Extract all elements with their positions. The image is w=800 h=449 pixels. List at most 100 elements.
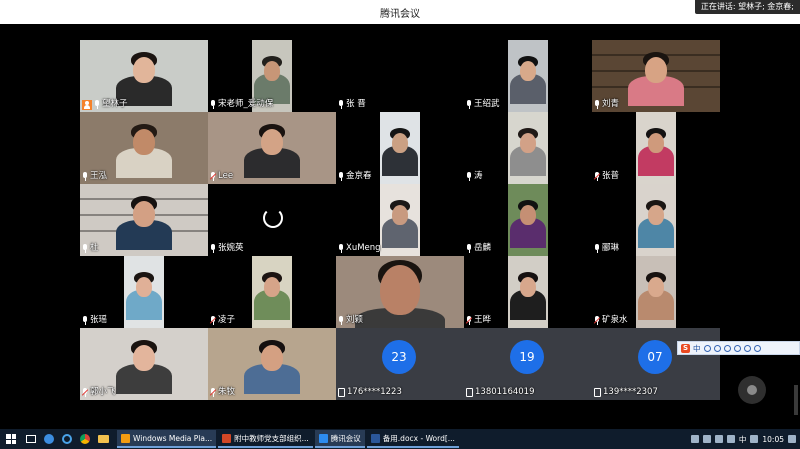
windows-taskbar: Windows Media Pla... 附中教师党支部组织... 腾讯会议 备用.d… — [0, 429, 800, 449]
mic-icon — [466, 244, 472, 253]
taskbar-task[interactable]: 备用.docx - Word[... — [366, 430, 459, 448]
participant-tile[interactable]: 张婉英 — [208, 184, 336, 256]
participant-tile[interactable]: XuMeng — [336, 184, 464, 256]
taskbar-task[interactable]: 腾讯会议 — [314, 430, 365, 448]
participant-name: 望林子 — [102, 99, 128, 109]
participant-name: 张婉英 — [218, 243, 244, 253]
chevron-up-icon[interactable] — [690, 435, 699, 443]
participant-label: Lee — [209, 171, 233, 182]
mic-icon — [466, 172, 472, 181]
taskbar-task-label: 腾讯会议 — [330, 433, 361, 443]
participant-name: 139****2307 — [603, 387, 658, 397]
phone-participant-badge: 19 — [510, 340, 544, 374]
mic-icon — [82, 172, 88, 181]
participant-label: XuMeng — [338, 243, 381, 254]
floating-control-button[interactable] — [738, 376, 766, 404]
ime-keyboard-icon[interactable] — [733, 344, 741, 352]
participant-video — [124, 256, 164, 328]
participant-name: 刘青 — [602, 99, 620, 109]
participant-tile[interactable]: 张瑶 — [80, 256, 208, 328]
chrome-icon[interactable] — [80, 434, 90, 444]
participant-label: 金京春 — [338, 171, 372, 182]
ime-skin-icon[interactable] — [743, 344, 751, 352]
tray-grid-icon[interactable] — [750, 435, 759, 443]
mic-icon — [338, 244, 344, 253]
host-icon — [82, 99, 92, 110]
participant-name: 金京春 — [346, 171, 372, 181]
app-icon — [121, 433, 130, 443]
participant-label: 刘青 — [594, 99, 619, 110]
participant-tile[interactable]: 张 晋 — [336, 40, 464, 112]
participant-tile[interactable]: 王晔 — [464, 256, 592, 328]
mic-icon — [210, 244, 216, 253]
sogou-ime-toolbar[interactable]: S 中 — [677, 341, 800, 355]
participant-tile[interactable]: 杜 — [80, 184, 208, 256]
participant-name: 杜 — [90, 243, 99, 253]
participant-tile[interactable]: 刘颖 — [336, 256, 464, 328]
participant-tile[interactable]: 张普 — [592, 112, 720, 184]
participant-name: 宋老师_爱动保 — [218, 99, 274, 109]
ime-voice-icon[interactable] — [723, 344, 731, 352]
network-icon[interactable] — [714, 435, 723, 443]
participant-tile[interactable]: 金京春 — [336, 112, 464, 184]
participant-tile[interactable]: 郦琳 — [592, 184, 720, 256]
participant-tile[interactable]: Lee — [208, 112, 336, 184]
ime-punct-icon[interactable] — [703, 344, 711, 352]
participant-video — [508, 256, 548, 328]
participant-name: 张 晋 — [346, 99, 366, 109]
windows-start-icon[interactable] — [6, 434, 16, 444]
participant-label: 宋老师_爱动保 — [210, 99, 273, 110]
participant-tile[interactable]: 朱牧 — [208, 328, 336, 400]
participant-tile[interactable]: 刘青 — [592, 40, 720, 112]
participant-tile[interactable]: 望林子 — [80, 40, 208, 112]
participant-video — [508, 184, 548, 256]
participant-tile[interactable]: 凌子 — [208, 256, 336, 328]
mic-muted-icon — [593, 172, 601, 181]
participant-tile[interactable]: 07 139****2307 — [592, 328, 720, 400]
participant-video — [508, 112, 548, 184]
mic-muted-icon — [593, 316, 601, 325]
ie-icon[interactable] — [62, 434, 72, 444]
ime-mode-label[interactable]: 中 — [693, 343, 701, 354]
participant-video — [380, 184, 420, 256]
participant-name: 张瑶 — [90, 315, 108, 325]
clock[interactable]: 10:05 — [762, 435, 784, 444]
participant-tile[interactable]: 郭小飞 — [80, 328, 208, 400]
participant-label: 张普 — [593, 171, 619, 182]
ime-emoji-icon[interactable] — [713, 344, 721, 352]
participant-video — [636, 256, 676, 328]
tray-ime-label[interactable]: 中 — [739, 434, 747, 445]
participant-label: 139****2307 — [594, 387, 658, 398]
participant-label: 13801164019 — [466, 387, 535, 398]
participant-name: 176****1223 — [347, 387, 402, 397]
system-tray: 中 10:05 — [690, 429, 796, 449]
app-icon — [222, 433, 232, 443]
notification-icon[interactable] — [788, 435, 796, 443]
participant-tile[interactable]: 矿泉水 — [592, 256, 720, 328]
participant-video — [80, 184, 208, 256]
edge-icon[interactable] — [44, 434, 54, 444]
mic-icon — [94, 100, 100, 109]
participant-name: 王绍武 — [474, 99, 500, 109]
participant-tile[interactable]: 王绍武 — [464, 40, 592, 112]
taskbar-task[interactable]: Windows Media Pla... — [117, 430, 217, 448]
taskbar-task[interactable]: 附中教师党支部组织... — [218, 430, 313, 448]
participant-tile[interactable]: 岳麟 — [464, 184, 592, 256]
participant-tile[interactable]: 19 13801164019 — [464, 328, 592, 400]
participant-tile[interactable]: 王泓 — [80, 112, 208, 184]
mic-icon — [338, 100, 344, 109]
ime-menu-icon[interactable] — [753, 344, 761, 352]
volume-icon[interactable] — [726, 435, 735, 443]
participant-label: 王晔 — [465, 315, 491, 326]
task-view-icon[interactable] — [26, 435, 36, 443]
mic-muted-icon — [465, 316, 473, 325]
participant-tile[interactable]: 涛 — [464, 112, 592, 184]
participant-tile[interactable]: 宋老师_爱动保 — [208, 40, 336, 112]
participant-tile[interactable]: 23 176****1223 — [336, 328, 464, 400]
shield-icon[interactable] — [702, 435, 711, 443]
participant-name: 矿泉水 — [602, 315, 628, 325]
scrollbar[interactable] — [794, 385, 798, 415]
participant-name: 刘颖 — [346, 315, 364, 325]
file-explorer-icon[interactable] — [98, 435, 109, 443]
mic-icon — [82, 244, 88, 253]
